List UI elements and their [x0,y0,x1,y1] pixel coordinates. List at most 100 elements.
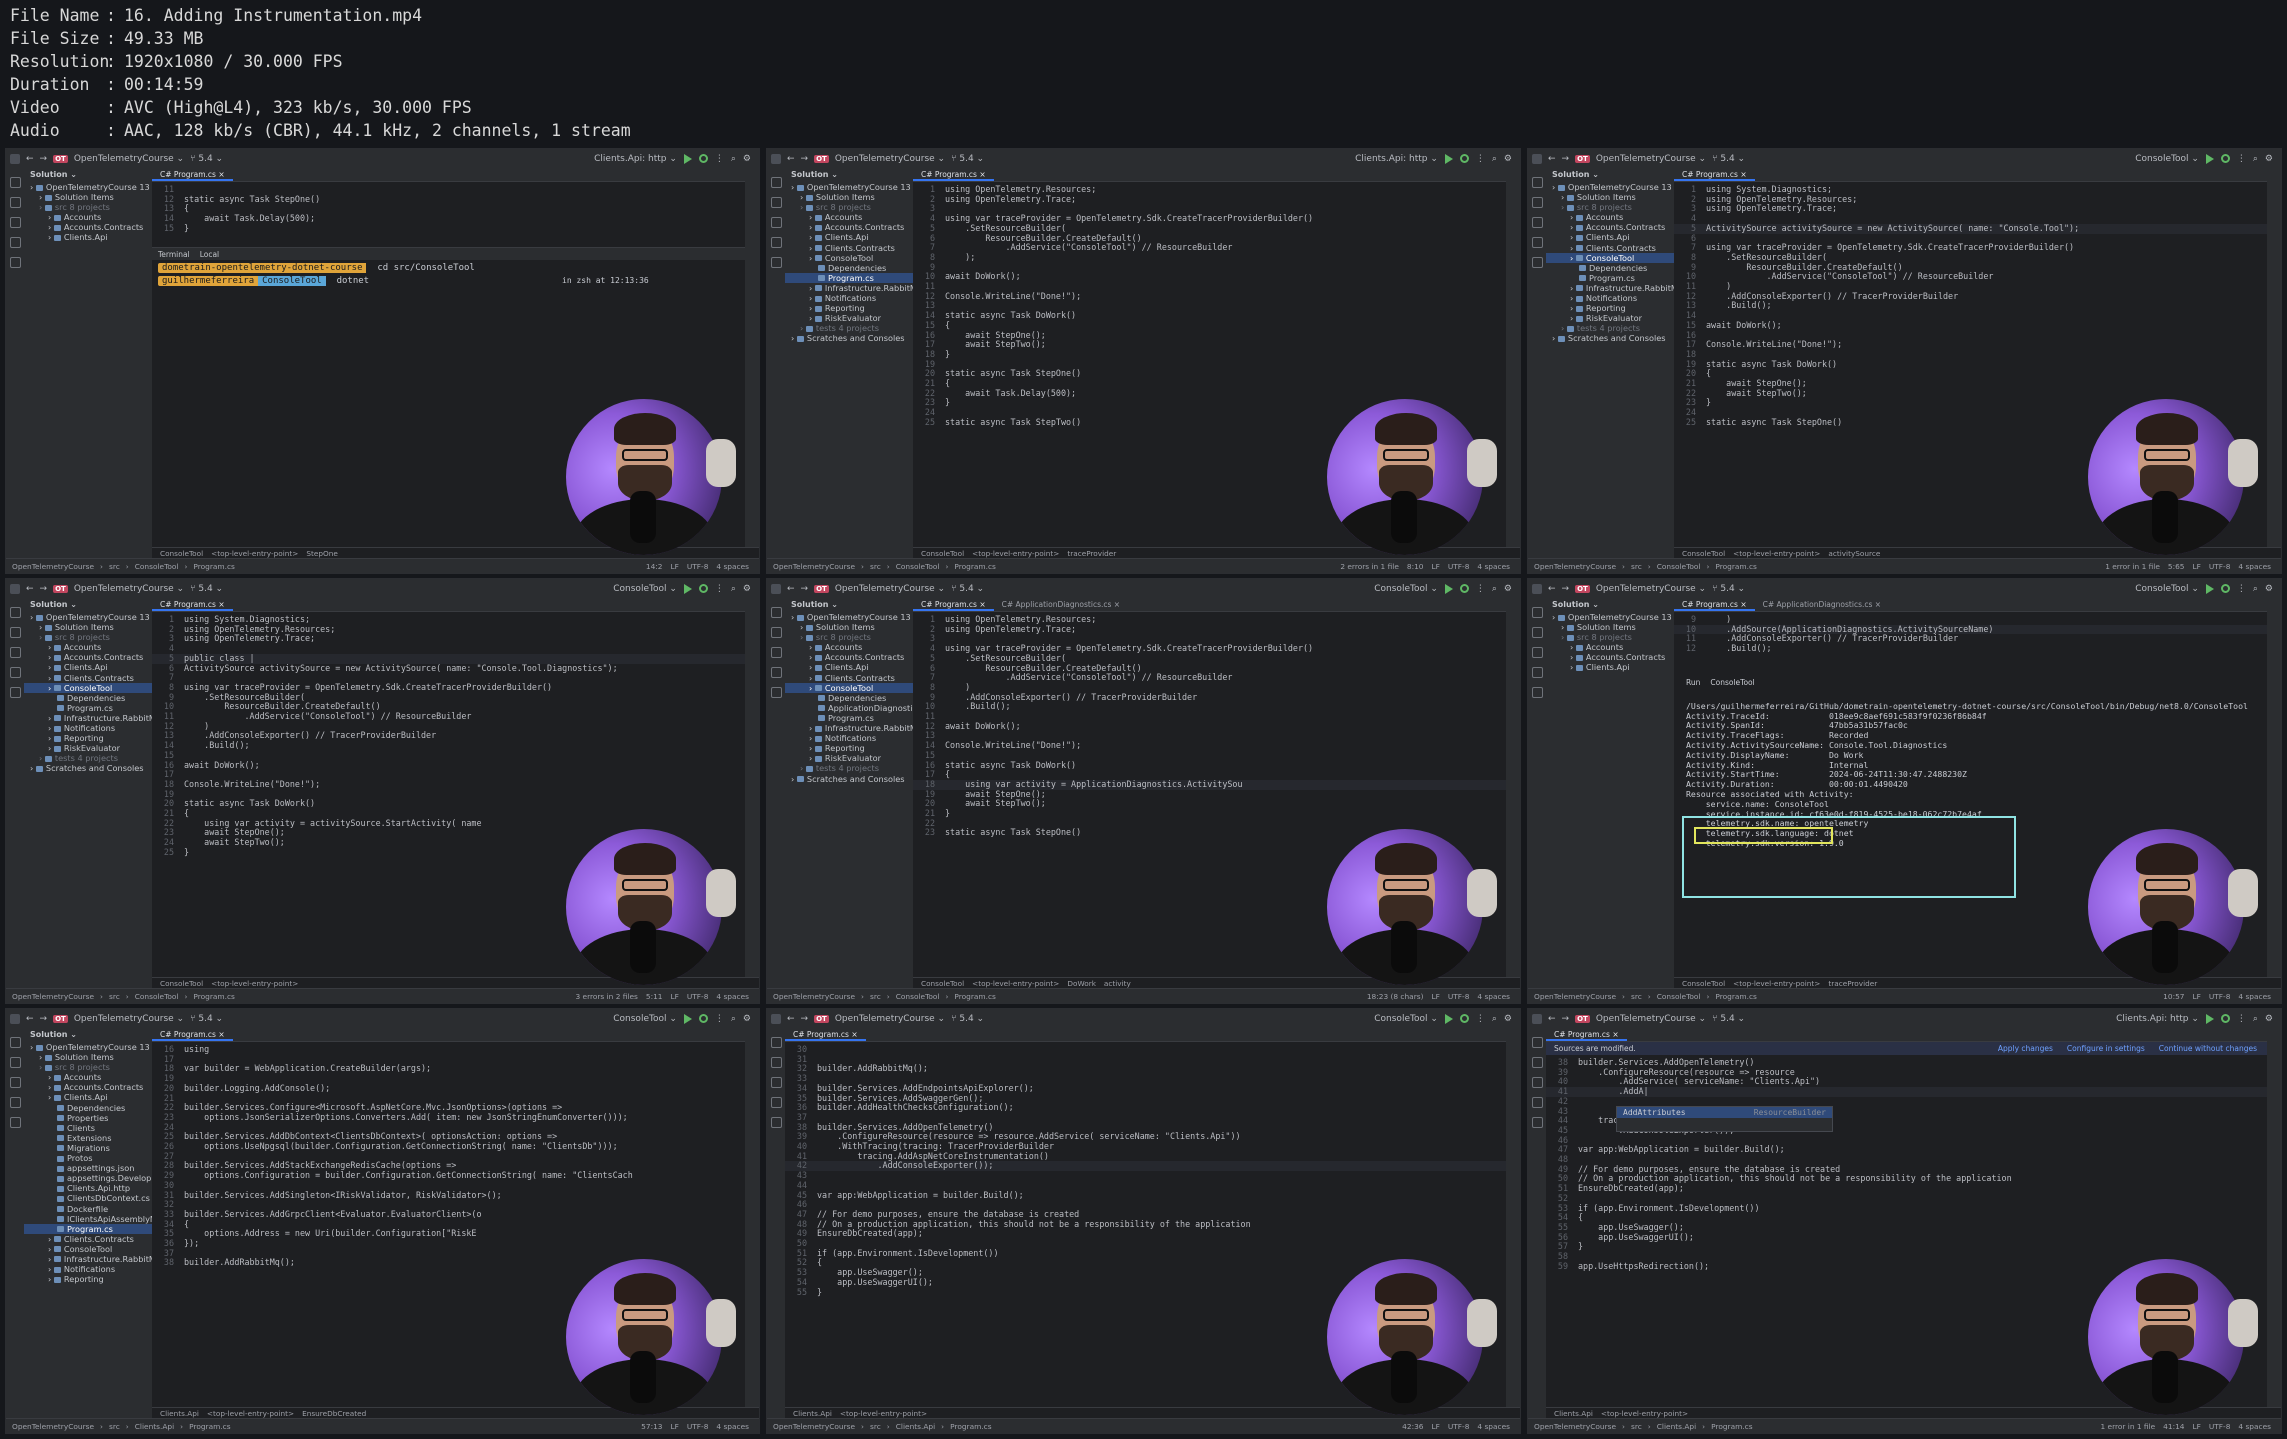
tree-item[interactable]: › Notifications [785,293,913,303]
tree-item[interactable]: › Clients.Api [24,662,152,672]
tree-item[interactable]: › Notifications [1546,293,1674,303]
debug-icon[interactable] [698,1014,708,1023]
run-config[interactable]: Clients.Api: http ⌄ [2116,1014,2199,1024]
editor-tab[interactable]: C# Program.cs × [152,1028,233,1041]
status-path-item[interactable]: OpenTelemetryCourse [773,1422,855,1431]
solution-header[interactable]: Solution ⌄ [1546,598,1674,612]
status-path-item[interactable]: OpenTelemetryCourse [1534,1422,1616,1431]
tool-window-icon[interactable] [1531,197,1543,208]
tree-item[interactable]: › OpenTelemetryCourse 13 projects [1546,182,1674,192]
tree-item[interactable]: Protos [24,1153,152,1163]
status-item[interactable]: LF [1431,1422,1439,1431]
tool-window-icon[interactable] [1531,257,1543,268]
more-icon[interactable]: ⋮ [2237,154,2246,164]
tree-item[interactable]: › RiskEvaluator [24,743,152,753]
tree-item[interactable]: › src 8 projects [785,202,913,212]
tree-item[interactable]: › Clients.Api [785,662,913,672]
tool-window-icon[interactable] [1531,1117,1543,1128]
forward-arrow-icon[interactable]: → [40,154,48,164]
tree-item[interactable]: appsettings.Development.json [24,1173,152,1183]
code-area[interactable]: 1 using System.Diagnostics; 2 using OpenTel… [1674,182,2267,428]
back-arrow-icon[interactable]: ← [26,584,34,594]
status-item[interactable]: 18:23 (8 chars) [1367,992,1424,1001]
status-path-item[interactable]: Clients.Api [135,1422,174,1431]
solution-header[interactable]: Solution ⌄ [24,598,152,612]
breadcrumb-item[interactable]: ConsoleTool [160,549,203,558]
debug-icon[interactable] [1459,154,1469,163]
tree-item[interactable]: › Scratches and Consoles [785,333,913,343]
tree-item[interactable]: › src 8 projects [785,632,913,642]
tree-item[interactable]: Program.cs [24,1223,152,1234]
breadcrumb-item[interactable]: <top-level-entry-point> [972,549,1059,558]
tree-item[interactable]: › tests 4 projects [785,763,913,773]
project-name[interactable]: OpenTelemetryCourse ⌄ [835,154,945,164]
tree-item[interactable]: appsettings.json [24,1163,152,1173]
status-path-item[interactable]: ConsoleTool [1657,992,1701,1001]
tree-item[interactable]: ClientsDbContext.cs [24,1193,152,1203]
tree-item[interactable]: › Notifications [785,733,913,743]
tool-window-icon[interactable] [1531,177,1543,188]
code-area[interactable]: 11 12 static async Task StepOne() 13{14 awa… [152,182,745,234]
tree-item[interactable]: Program.cs [24,703,152,713]
tool-window-icon[interactable] [1531,647,1543,658]
status-path-item[interactable]: Program.cs [950,1422,991,1431]
tree-item[interactable]: Dependencies [24,1103,152,1113]
run-icon[interactable] [683,583,692,594]
tree-item[interactable]: › RiskEvaluator [785,313,913,323]
status-path-item[interactable]: src [109,562,120,571]
status-item[interactable]: 14:2 [646,562,663,571]
editor-tab[interactable]: C# Program.cs × [152,598,233,611]
tree-item[interactable]: › tests 4 projects [1546,323,1674,333]
status-item[interactable]: UTF-8 [1448,562,1470,571]
breadcrumb-item[interactable]: activitySource [1828,549,1880,558]
banner-action-link[interactable]: Continue without changes [2159,1044,2257,1053]
status-path-item[interactable]: src [109,1422,120,1431]
tool-window-icon[interactable] [9,197,21,208]
breadcrumb-item[interactable]: <top-level-entry-point> [211,979,298,988]
branch-name[interactable]: ⑂ 5.4 ⌄ [1712,154,1745,164]
tree-item[interactable]: › Clients.Api [24,232,152,242]
status-item[interactable]: 4 spaces [716,992,749,1001]
status-path-item[interactable]: ConsoleTool [1657,562,1701,571]
run-icon[interactable] [1444,1013,1453,1024]
breadcrumb-item[interactable]: <top-level-entry-point> [1733,549,1820,558]
tree-item[interactable]: › RiskEvaluator [1546,313,1674,323]
status-item[interactable]: LF [2192,562,2200,571]
status-item[interactable]: 1 error in 1 file [2105,562,2160,571]
tool-window-icon[interactable] [1531,1097,1543,1108]
tree-item[interactable]: Dependencies [1546,263,1674,273]
tool-window-icon[interactable] [1531,1057,1543,1068]
tree-item[interactable]: › Accounts.Contracts [24,222,152,232]
project-name[interactable]: OpenTelemetryCourse ⌄ [74,1014,184,1024]
status-path-item[interactable]: ConsoleTool [135,562,179,571]
status-item[interactable]: UTF-8 [1448,1422,1470,1431]
tree-item[interactable]: › Notifications [24,723,152,733]
tool-window-icon[interactable] [1531,1037,1543,1048]
debug-icon[interactable] [2220,584,2230,593]
search-icon[interactable]: ⌕ [2253,584,2258,594]
run-icon[interactable] [1444,583,1453,594]
tool-window-icon[interactable] [770,647,782,658]
tree-item[interactable]: › Accounts [24,1072,152,1082]
editor-tab[interactable]: C# Program.cs × [152,168,233,181]
breadcrumb-item[interactable]: <top-level-entry-point> [211,549,298,558]
run-icon[interactable] [1444,153,1453,164]
settings-icon[interactable]: ⚙ [743,584,751,594]
tree-item[interactable]: › Infrastructure.RabbitMQ [1546,283,1674,293]
status-path-item[interactable]: ConsoleTool [135,992,179,1001]
tree-item[interactable]: › ConsoleTool [1546,252,1674,263]
settings-icon[interactable]: ⚙ [1504,154,1512,164]
search-icon[interactable]: ⌕ [731,154,736,164]
tool-window-icon[interactable] [1531,217,1543,228]
tree-item[interactable]: Dependencies [24,693,152,703]
more-icon[interactable]: ⋮ [715,154,724,164]
main-menu-icon[interactable] [1532,583,1542,594]
run-config[interactable]: Clients.Api: http ⌄ [594,154,677,164]
run-tab[interactable]: ConsoleTool [1710,678,1754,687]
tree-item[interactable]: › Accounts.Contracts [1546,222,1674,232]
breadcrumb-item[interactable]: StepOne [306,549,337,558]
run-icon[interactable] [2205,1013,2214,1024]
status-item[interactable]: 2 errors in 1 file [1340,562,1399,571]
tree-item[interactable]: › OpenTelemetryCourse 13 projects [24,1042,152,1052]
tree-item[interactable]: › Solution Items [785,622,913,632]
